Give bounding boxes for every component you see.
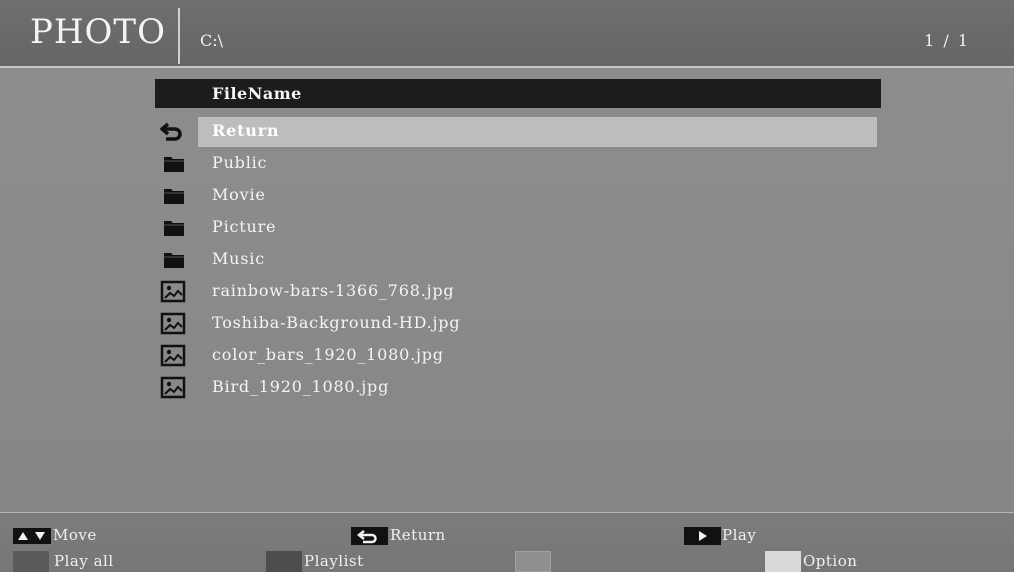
return-key-icon bbox=[351, 527, 388, 545]
image-file-icon bbox=[160, 280, 186, 303]
red-key-icon bbox=[13, 551, 49, 572]
list-item-image-file[interactable]: Bird_1920_1080.jpg bbox=[155, 371, 881, 403]
list-item-image-file[interactable]: color_bars_1920_1080.jpg bbox=[155, 339, 881, 371]
green-key-icon bbox=[266, 551, 302, 572]
yellow-key-icon bbox=[515, 551, 551, 572]
header-divider bbox=[178, 8, 180, 64]
hint-return: Return bbox=[390, 526, 446, 544]
list-item-folder-public[interactable]: Public bbox=[155, 147, 881, 179]
folder-icon bbox=[164, 253, 184, 268]
hint-play-all: Play all bbox=[54, 552, 114, 570]
column-header-label: FileName bbox=[212, 84, 302, 103]
current-path: C:\ bbox=[200, 31, 224, 50]
title-bar: PHOTO C:\ 1 / 1 bbox=[0, 0, 1014, 68]
app-title: PHOTO bbox=[30, 12, 166, 52]
list-item-folder-music[interactable]: Music bbox=[155, 243, 881, 275]
up-down-arrows-icon bbox=[13, 528, 51, 544]
image-file-icon bbox=[160, 312, 186, 335]
selection-highlight bbox=[198, 117, 877, 147]
blue-key-icon bbox=[765, 551, 801, 572]
list-item-folder-movie[interactable]: Movie bbox=[155, 179, 881, 211]
hint-play: Play bbox=[722, 526, 757, 544]
filename-column-header: FileName bbox=[155, 79, 881, 108]
list-item-label: Toshiba-Background-HD.jpg bbox=[212, 313, 461, 332]
page-counter: 1 / 1 bbox=[924, 31, 970, 50]
list-item-label: Bird_1920_1080.jpg bbox=[212, 377, 390, 396]
list-item-folder-picture[interactable]: Picture bbox=[155, 211, 881, 243]
list-item-image-file[interactable]: Toshiba-Background-HD.jpg bbox=[155, 307, 881, 339]
folder-icon bbox=[164, 221, 184, 236]
key-hint-bar: Move Return Play Play all Playlist Optio… bbox=[0, 512, 1014, 572]
list-item-image-file[interactable]: rainbow-bars-1366_768.jpg bbox=[155, 275, 881, 307]
image-file-icon bbox=[160, 376, 186, 399]
hint-option: Option bbox=[803, 552, 858, 570]
list-item-label: Public bbox=[212, 153, 268, 172]
list-item-label: color_bars_1920_1080.jpg bbox=[212, 345, 444, 364]
folder-icon bbox=[164, 189, 184, 204]
folder-icon bbox=[164, 157, 184, 172]
image-file-icon bbox=[160, 344, 186, 367]
list-item-label: Music bbox=[212, 249, 265, 268]
list-item-label: rainbow-bars-1366_768.jpg bbox=[212, 281, 455, 300]
list-item-label: Picture bbox=[212, 217, 277, 236]
play-key-icon bbox=[684, 527, 721, 545]
list-item-return[interactable]: Return bbox=[155, 115, 881, 147]
list-item-label: Return bbox=[212, 121, 280, 140]
hint-playlist: Playlist bbox=[304, 552, 364, 570]
list-item-label: Movie bbox=[212, 185, 266, 204]
return-icon bbox=[160, 122, 182, 141]
hint-move: Move bbox=[53, 526, 97, 544]
